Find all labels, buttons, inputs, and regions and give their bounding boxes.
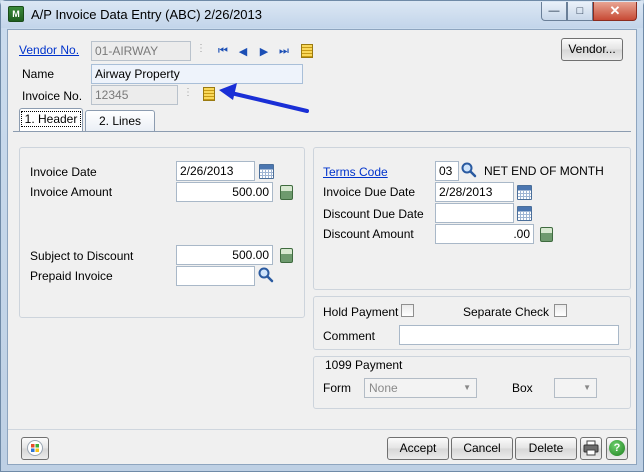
invoice-date-field[interactable]: 2/26/2013 [176,161,255,181]
app-window: M A/P Invoice Data Entry (ABC) 2/26/2013… [0,0,644,472]
discount-amount-field[interactable]: .00 [435,224,534,244]
invoice-amount-field[interactable]: 500.00 [176,182,273,202]
vendor-button-label: Vendor... [568,42,616,56]
maximize-button[interactable]: □ [567,2,593,21]
footer-divider [8,429,636,430]
vendor-no-field[interactable]: 01-AIRWAY [91,41,191,61]
subject-to-discount-label: Subject to Discount [30,249,134,263]
separate-check-checkbox[interactable] [554,304,567,317]
next-record-icon[interactable]: ▶ [257,44,271,58]
window-controls: — □ ✕ [541,2,637,21]
help-button[interactable]: ? [606,437,628,460]
invoice-no-label: Invoice No. [22,89,83,103]
close-icon: ✕ [609,3,621,18]
hold-payment-checkbox[interactable] [401,304,414,317]
tab-header-label: 1. Header [20,111,82,127]
cancel-button-label: Cancel [463,441,501,455]
vendor-no-link[interactable]: Vendor No. [19,43,79,57]
accept-button[interactable]: Accept [387,437,449,460]
title-bar[interactable]: M A/P Invoice Data Entry (ABC) 2/26/2013… [1,1,643,28]
box-label: Box [512,381,533,395]
help-icon: ? [609,439,625,456]
tab-lines-label: 2. Lines [98,114,142,128]
close-button[interactable]: ✕ [593,2,637,21]
invoice-date-calendar-icon[interactable] [258,163,274,179]
prepaid-invoice-search-icon[interactable] [257,266,275,284]
maximize-icon: □ [576,5,584,17]
discount-due-date-calendar-icon[interactable] [516,205,532,221]
form-label: Form [323,381,351,395]
terms-code-field[interactable]: 03 [435,161,459,181]
invoice-amount-calculator-icon[interactable] [278,184,294,200]
terms-code-search-icon[interactable] [460,161,478,179]
subject-to-discount-field[interactable]: 500.00 [176,245,273,265]
app-icon: M [8,6,24,22]
window-title: A/P Invoice Data Entry (ABC) 2/26/2013 [31,7,262,22]
separate-check-label: Separate Check [463,305,550,319]
minimize-button[interactable]: — [541,2,567,21]
windows-logo-icon [27,439,43,456]
last-record-icon[interactable]: ⏭ [277,44,291,58]
tab-divider [13,131,631,132]
1099-payment-title: 1099 Payment [323,358,405,372]
discount-amount-calculator-icon[interactable] [538,226,554,242]
box-select[interactable]: ▼ [554,378,597,398]
delete-button[interactable]: Delete [515,437,577,460]
vendor-button[interactable]: Vendor... [561,38,623,61]
discount-amount-label: Discount Amount [323,227,414,241]
previous-record-icon[interactable]: ◀ [236,44,250,58]
lookup-dots-icon[interactable]: ⋮ [196,43,206,54]
accept-button-label: Accept [399,441,437,455]
form-select-value: None [369,381,398,395]
invoice-due-date-calendar-icon[interactable] [516,184,532,200]
terms-code-link[interactable]: Terms Code [323,165,388,179]
cancel-button[interactable]: Cancel [451,437,513,460]
annotation-arrow-icon [219,83,309,113]
invoice-amount-label: Invoice Amount [30,185,113,199]
invoice-no-field[interactable]: 12345 [91,85,178,105]
tab-lines[interactable]: 2. Lines [85,110,155,132]
start-button[interactable] [21,437,49,460]
terms-description: NET END OF MONTH [484,164,604,178]
comment-field[interactable] [399,325,619,345]
hold-payment-label: Hold Payment [323,305,399,319]
first-record-icon[interactable]: ⏮ [216,44,230,58]
chevron-down-icon: ▼ [583,383,591,392]
name-label: Name [22,67,55,81]
chevron-down-icon: ▼ [463,383,471,392]
invoice-due-date-label: Invoice Due Date [323,185,416,199]
discount-due-date-field[interactable] [435,203,514,223]
minimize-icon: — [548,5,560,17]
form-select[interactable]: None ▼ [364,378,477,398]
invoice-date-label: Invoice Date [30,165,97,179]
invoice-due-date-field[interactable]: 2/28/2013 [435,182,514,202]
subject-to-discount-calculator-icon[interactable] [278,247,294,263]
invoice-lookup-dots-icon[interactable]: ⋮ [183,87,193,98]
discount-due-date-label: Discount Due Date [323,207,424,221]
dialog-body: Vendor No. 01-AIRWAY ⋮ ⏮ ◀ ▶ ⏭ Vendor...… [7,29,637,465]
prepaid-invoice-field[interactable] [176,266,255,286]
tab-header[interactable]: 1. Header [19,108,83,132]
print-button[interactable] [580,437,602,460]
prepaid-invoice-label: Prepaid Invoice [30,269,113,283]
comment-label: Comment [323,329,376,343]
printer-icon [583,440,599,456]
delete-button-label: Delete [528,441,564,455]
vendor-memo-icon[interactable] [299,43,315,59]
